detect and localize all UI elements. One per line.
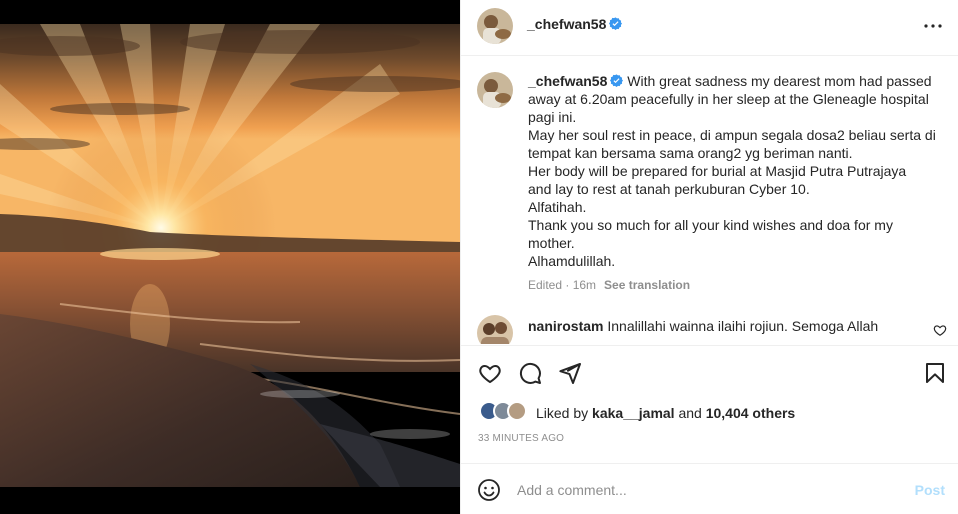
post-image-sunset-beach[interactable] [0,24,460,487]
commenter-avatar[interactable] [477,315,513,344]
liked-by-label: Liked by [536,405,589,421]
verified-badge-icon [609,17,623,30]
comments-section[interactable]: _chefwan58 With great sadness my dearest… [461,57,958,344]
post-header: _chefwan58 [461,0,958,56]
caption-line: _chefwan58 With great sadness my dearest… [528,72,938,90]
post-caption: _chefwan58 With great sadness my dearest… [528,72,938,270]
comment-username[interactable]: nanirostam [528,318,603,334]
share-icon[interactable] [558,361,582,385]
caption-meta: Edited · 16m See translation [528,278,690,292]
emoji-icon[interactable] [477,478,501,502]
add-comment-bar: Post [461,463,958,514]
post-comment-button[interactable]: Post [915,482,945,498]
caption-line: pagi ini. [528,109,577,125]
liker-avatar [507,401,527,421]
caption-line: May her soul rest in peace, di ampun seg… [528,127,936,143]
caption-line: mother. [528,235,575,251]
comment-icon[interactable] [518,361,542,385]
comment-like-heart-icon[interactable] [933,323,947,337]
verified-badge-icon [610,74,624,87]
post-side-panel: _chefwan58 _chefwan58 With great sadness… [460,0,958,514]
likes-others-count[interactable]: 10,404 others [706,405,796,421]
caption-line: Alhamdulillah. [528,253,616,269]
more-options-icon[interactable] [921,14,945,38]
see-translation-link[interactable]: See translation [604,278,690,292]
caption-username[interactable]: _chefwan58 [528,73,607,89]
caption-line: away at 6.20am peacefully in her sleep a… [528,91,929,107]
heart-icon[interactable] [478,361,502,385]
post-actions-bar [461,345,958,399]
caption-author-avatar[interactable] [477,72,513,108]
author-avatar[interactable] [477,8,513,44]
author-username-row[interactable]: _chefwan58 [527,16,623,34]
comment-input[interactable] [517,476,897,504]
post-media-pane [0,0,460,514]
likes-summary: Liked by kaka__jamal and 10,404 others [479,400,949,424]
caption-line: and lay to rest at tanah perkuburan Cybe… [528,181,810,197]
likes-conjunction: and [678,405,702,421]
author-username[interactable]: _chefwan58 [527,16,606,32]
liker-username[interactable]: kaka__jamal [592,405,675,421]
caption-line: Her body will be prepared for burial at … [528,163,907,179]
likes-text: Liked by kaka__jamal and 10,404 others [536,405,795,421]
post-timestamp[interactable]: 33 MINUTES AGO [478,433,564,444]
comment-body: Innalillahi wainna ilaihi rojiun. Semoga… [607,318,879,334]
bookmark-icon[interactable] [923,361,947,385]
caption-text: With great sadness my dearest mom had pa… [627,73,932,89]
edited-timestamp: Edited · 16m [528,278,597,292]
caption-line: Thank you so much for all your kind wish… [528,217,893,233]
caption-line: tempat kan bersama sama orang2 yg berima… [528,145,853,161]
caption-line: Alfatihah. [528,199,587,215]
comment-item: nanirostam Innalillahi wainna ilaihi roj… [528,317,928,335]
